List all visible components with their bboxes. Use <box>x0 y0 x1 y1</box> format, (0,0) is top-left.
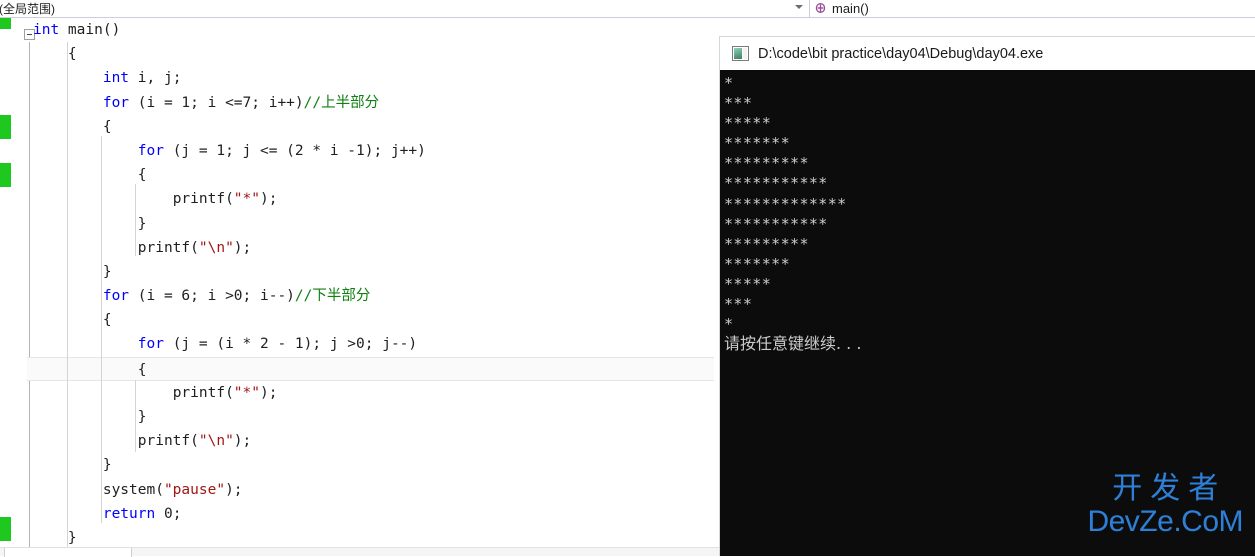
console-output-line: *** <box>724 94 753 113</box>
code-token-plain: ); <box>233 433 252 450</box>
console-output-line: *********** <box>724 174 828 193</box>
outlining-margin[interactable] <box>11 18 35 547</box>
code-token-plain: } <box>137 409 147 425</box>
console-window[interactable]: D:\code\bit practice\day04\Debug\day04.e… <box>719 36 1255 556</box>
bottom-tab-strip <box>0 547 719 557</box>
indent-guide-line <box>135 380 136 452</box>
code-token-plain: { <box>137 361 147 378</box>
change-indicator-bar <box>0 517 11 541</box>
console-output-line: ***** <box>724 274 772 293</box>
code-token-plain: { <box>137 167 147 184</box>
code-token-str: "*" <box>233 191 260 208</box>
scope-dropdown-label: (全局范围) <box>0 1 55 16</box>
code-token-plain: { <box>102 312 112 329</box>
code-token-str: "pause" <box>163 481 226 498</box>
console-output-line: * <box>724 74 734 92</box>
code-token-plain: ); <box>260 384 278 401</box>
console-title-bar[interactable]: D:\code\bit practice\day04\Debug\day04.e… <box>720 37 1255 70</box>
console-output-line: * <box>724 315 734 334</box>
indent-guide-line <box>135 184 136 256</box>
code-token-kw: return <box>102 505 156 522</box>
code-token-plain: (i = 1; i <=7; i++) <box>129 94 304 111</box>
code-token-plain: } <box>137 215 147 232</box>
console-output-line: ************* <box>724 194 847 213</box>
code-token-plain: (j = (i * 2 - 1); j >0; j--) <box>163 336 418 353</box>
code-line-current[interactable]: { <box>27 356 714 381</box>
code-token-kw: int <box>102 70 130 87</box>
code-token-kw: for <box>102 94 130 111</box>
change-tracking-margin <box>0 18 11 547</box>
member-dropdown-label: main() <box>832 1 869 16</box>
console-output-area[interactable]: * *** ***** ******* ********* *********** ****… <box>720 70 1255 556</box>
indent-guide-line <box>101 332 102 523</box>
code-token-kw: for <box>137 142 164 159</box>
code-token-plain: ); <box>260 191 278 208</box>
code-token-plain: printf( <box>172 384 234 401</box>
member-dropdown[interactable]: main() <box>810 0 1255 17</box>
code-token-plain: } <box>102 263 112 280</box>
change-indicator-bar <box>0 18 11 29</box>
change-indicator-bar <box>0 163 11 187</box>
code-token-plain: ); <box>225 481 243 498</box>
code-token-str: "\n" <box>198 433 234 450</box>
console-output-line: ******* <box>724 254 791 273</box>
code-token-plain: { <box>67 46 77 63</box>
code-token-plain: main() <box>59 22 121 38</box>
code-token-plain: printf( <box>172 191 234 208</box>
method-icon <box>814 2 827 15</box>
code-token-plain: 0; <box>155 505 182 522</box>
navbar-divider <box>0 17 1255 18</box>
code-token-plain: } <box>102 457 112 474</box>
code-token-plain: printf( <box>137 433 199 450</box>
console-output-line: *** <box>724 295 753 314</box>
code-token-kw: for <box>137 336 164 353</box>
code-token-plain: (j = 1; j <= (2 * i -1); j++) <box>163 142 426 159</box>
console-title-text: D:\code\bit practice\day04\Debug\day04.e… <box>758 45 1044 62</box>
chevron-down-icon[interactable] <box>795 5 803 9</box>
change-indicator-bar <box>0 115 11 139</box>
code-token-str: "*" <box>233 384 260 401</box>
code-token-str: "\n" <box>198 239 234 256</box>
code-token-kw: for <box>102 288 130 305</box>
code-token-cmt: //下半部分 <box>294 288 371 305</box>
code-token-plain: i, j; <box>129 70 182 87</box>
console-app-icon <box>732 46 749 61</box>
console-pause-prompt: 请按任意键继续. . . <box>724 334 862 354</box>
console-output-line: ********* <box>724 234 809 253</box>
code-token-plain: { <box>102 118 112 135</box>
code-token-plain: } <box>67 529 77 546</box>
outlining-guide-line <box>29 42 30 547</box>
console-output-line: ***** <box>724 114 772 133</box>
console-output-line: ********* <box>724 154 809 173</box>
code-token-plain: (i = 6; i >0; i--) <box>129 288 295 305</box>
code-token-plain: printf( <box>137 239 199 256</box>
indent-guide-line <box>67 42 68 547</box>
console-output-line: *********** <box>724 214 828 233</box>
code-token-plain: system( <box>102 481 164 498</box>
scope-dropdown[interactable]: (全局范围) <box>0 0 810 17</box>
code-token-cmt: //上半部分 <box>303 94 380 111</box>
console-output-line: ******* <box>724 134 791 153</box>
code-token-kw: int <box>33 22 60 38</box>
code-token-plain: ); <box>233 239 252 256</box>
editor-navigation-bar: (全局范围) main() <box>0 0 1255 17</box>
